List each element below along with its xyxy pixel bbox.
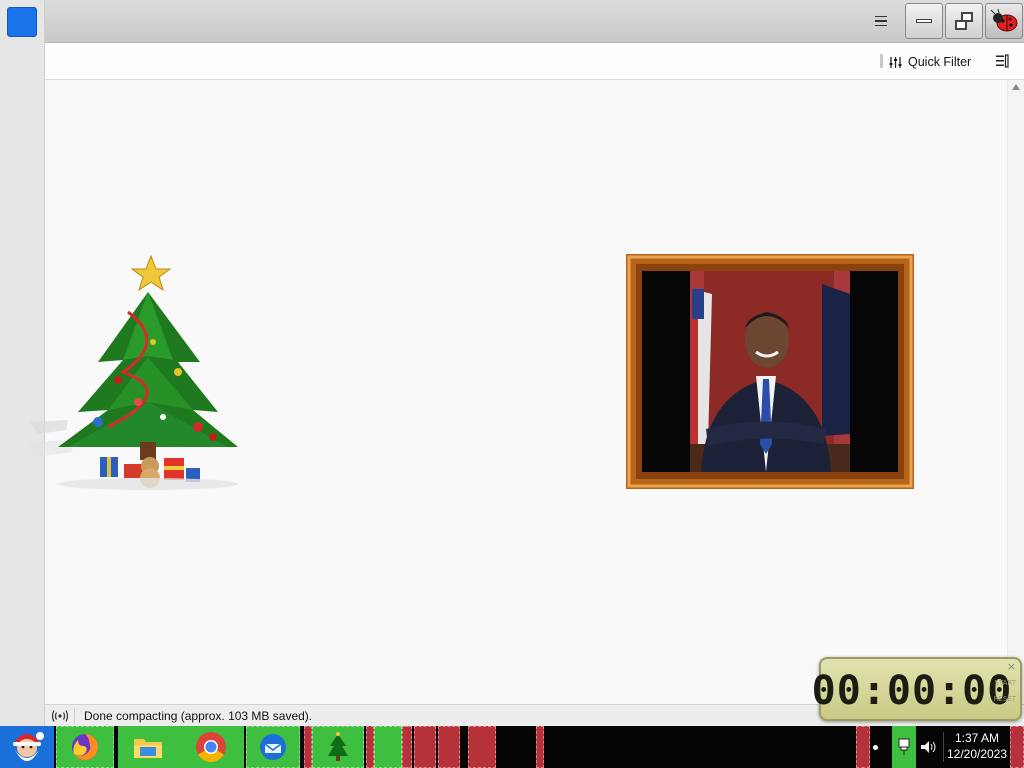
timer-start-button[interactable]: START [994,679,1016,687]
taskbar-slot[interactable] [536,726,544,768]
activity-broadcast-icon[interactable] [52,709,68,723]
chrome-icon [196,732,226,763]
christmas-tree-image [28,254,238,490]
quick-filter-button[interactable]: Quick Filter [889,52,971,72]
file-explorer-icon [134,739,162,758]
tray-clock[interactable]: 1:37 AM 12/20/2023 [944,730,1010,762]
tray-dot[interactable] [870,726,880,768]
taskbar-christmas-tree[interactable] [312,726,364,768]
scroll-up-arrow-icon[interactable] [1012,84,1020,90]
minimize-button[interactable] [905,3,943,39]
quick-filter-label: Quick Filter [908,55,972,69]
hamburger-menu-icon[interactable] [871,12,891,30]
minimize-icon [916,19,932,23]
ladybug-close-icon [989,8,1018,32]
taskbar: 1:37 AM 12/20/2023 [0,726,1024,768]
taskbar-slot[interactable] [366,726,374,768]
tray-volume[interactable] [918,726,940,768]
firefox-icon [72,734,98,760]
tray-slot[interactable] [856,726,870,768]
santa-start-icon [13,732,44,761]
vertical-scrollbar[interactable] [1007,80,1024,703]
taskbar-slot[interactable] [414,726,436,768]
timer-close-button[interactable]: × [1007,660,1016,673]
clock-date: 12/20/2023 [946,747,1008,761]
close-button[interactable] [985,3,1023,39]
timer-reset-button[interactable]: RESET [994,695,1016,703]
taskbar-firefox[interactable] [56,726,114,768]
toolbar-separator [880,54,883,68]
taskbar-slot[interactable] [304,726,312,768]
taskbar-slot[interactable] [402,726,412,768]
workspace-button[interactable] [7,7,37,37]
taskbar-slot[interactable] [438,726,460,768]
clock-time: 1:37 AM [954,731,1000,745]
taskbar-file-explorer[interactable] [118,726,178,768]
framed-portrait-image [626,254,914,489]
tray-network[interactable] [892,726,916,768]
show-desktop-button[interactable] [1010,726,1024,768]
timer-gadget[interactable]: 00:00:00 × START RESET [811,657,1022,721]
thunderbird-icon [260,734,286,760]
message-toolbar: Quick Filter [45,43,1024,80]
title-bar [45,0,1024,43]
taskbar-slot[interactable] [468,726,496,768]
volume-icon [921,741,936,753]
status-message: Done compacting (approx. 103 MB saved). [84,709,313,723]
restore-button[interactable] [945,3,983,39]
timer-display: 00:00:00 [811,668,1013,714]
start-button[interactable] [0,726,54,768]
sliders-icon [889,56,902,68]
taskbar-slot[interactable] [374,726,402,768]
layout-toggle-icon[interactable] [995,54,1009,68]
taskbar-thunderbird[interactable] [246,726,300,768]
restore-icon [955,12,973,30]
status-separator [74,708,75,724]
christmas-tree-icon [328,732,348,761]
network-icon [898,738,910,755]
taskbar-chrome[interactable] [178,726,244,768]
